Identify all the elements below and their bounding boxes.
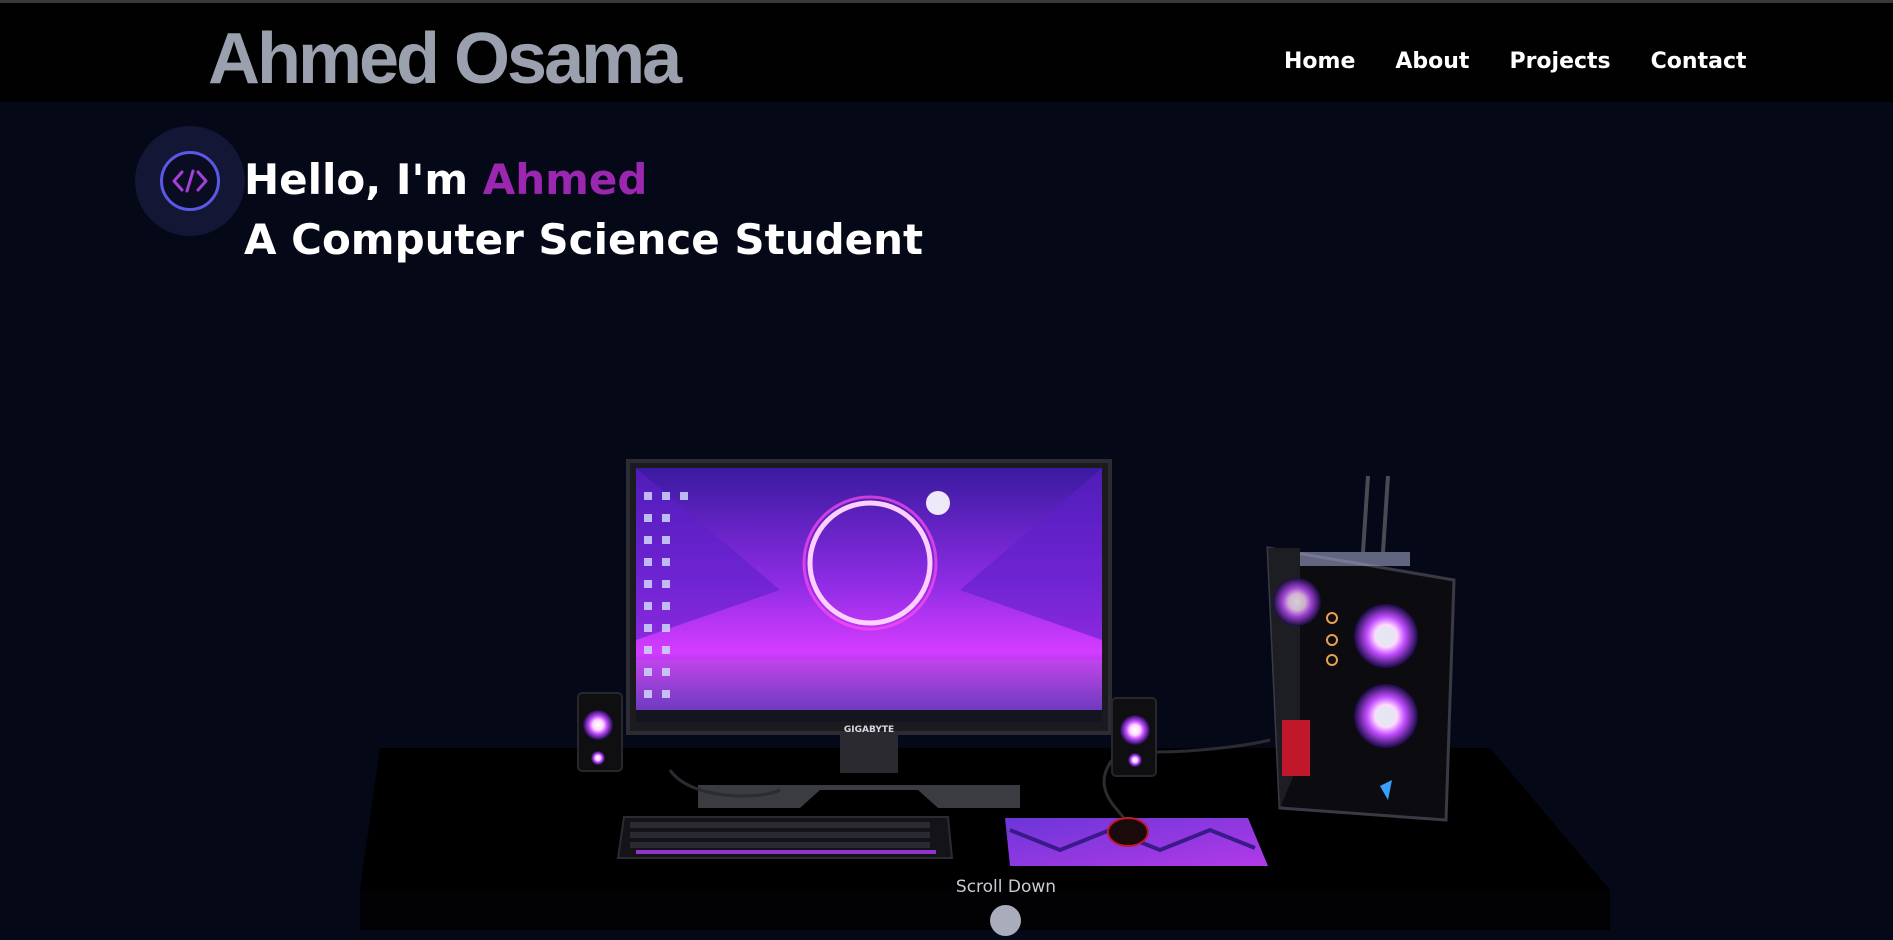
nav-about-link[interactable]: About xyxy=(1395,47,1469,77)
nav-projects-link[interactable]: Projects xyxy=(1509,47,1610,77)
nav-contact-link[interactable]: Contact xyxy=(1651,47,1747,77)
code-badge xyxy=(135,126,245,236)
code-icon xyxy=(160,151,220,211)
monitor-brand-label: GIGABYTE xyxy=(844,725,894,735)
keyboard-rgb xyxy=(636,850,936,854)
screen-light-flare xyxy=(926,491,950,515)
monitor-frame xyxy=(626,459,1112,735)
mouse xyxy=(1107,817,1149,847)
pc-fan-top xyxy=(1354,604,1418,668)
hero-text: Hello, I'm Ahmed A Computer Science Stud… xyxy=(244,150,923,270)
desktop-icons xyxy=(644,492,688,698)
screen-neon-ring xyxy=(807,500,933,626)
pc-fan-side xyxy=(1273,578,1321,626)
nav-links: Home About Projects Contact xyxy=(1284,47,1747,77)
brand-logo[interactable]: Ahmed Osama xyxy=(208,17,682,101)
navbar: Ahmed Osama Home About Projects Contact xyxy=(0,3,1893,102)
monitor-stand-base xyxy=(698,785,1020,808)
left-speaker xyxy=(577,692,623,772)
pc-fan-bottom xyxy=(1354,684,1418,748)
pc-aorus-logo xyxy=(1380,780,1392,800)
mouse-pad xyxy=(1005,818,1268,866)
keyboard-keys xyxy=(630,822,930,848)
desk-top xyxy=(360,748,1610,890)
monitor-screen xyxy=(636,468,1102,713)
cables xyxy=(668,738,1271,821)
greeting-prefix: Hello, I'm xyxy=(244,155,483,204)
hero-greeting: Hello, I'm Ahmed xyxy=(244,150,923,210)
scroll-down-indicator[interactable] xyxy=(990,905,1021,936)
router-antenna-1 xyxy=(1361,475,1370,553)
keyboard xyxy=(616,816,954,859)
screen-reflection xyxy=(636,660,1102,713)
hero-subtitle: A Computer Science Student xyxy=(244,215,924,264)
monitor-neck xyxy=(840,733,898,773)
screen-light-rays xyxy=(636,468,780,640)
right-speaker xyxy=(1111,697,1157,777)
hero-name: Ahmed xyxy=(482,155,648,204)
pc-case xyxy=(1266,546,1456,822)
nav-home-link[interactable]: Home xyxy=(1284,47,1355,77)
screen-taskbar xyxy=(636,710,1102,722)
scroll-down-label: Scroll Down xyxy=(955,877,1057,897)
desk-setup-illustration: GIGABYTE xyxy=(360,459,1610,930)
router-antenna-2 xyxy=(1381,475,1390,553)
pc-gpu-red xyxy=(1282,720,1310,776)
